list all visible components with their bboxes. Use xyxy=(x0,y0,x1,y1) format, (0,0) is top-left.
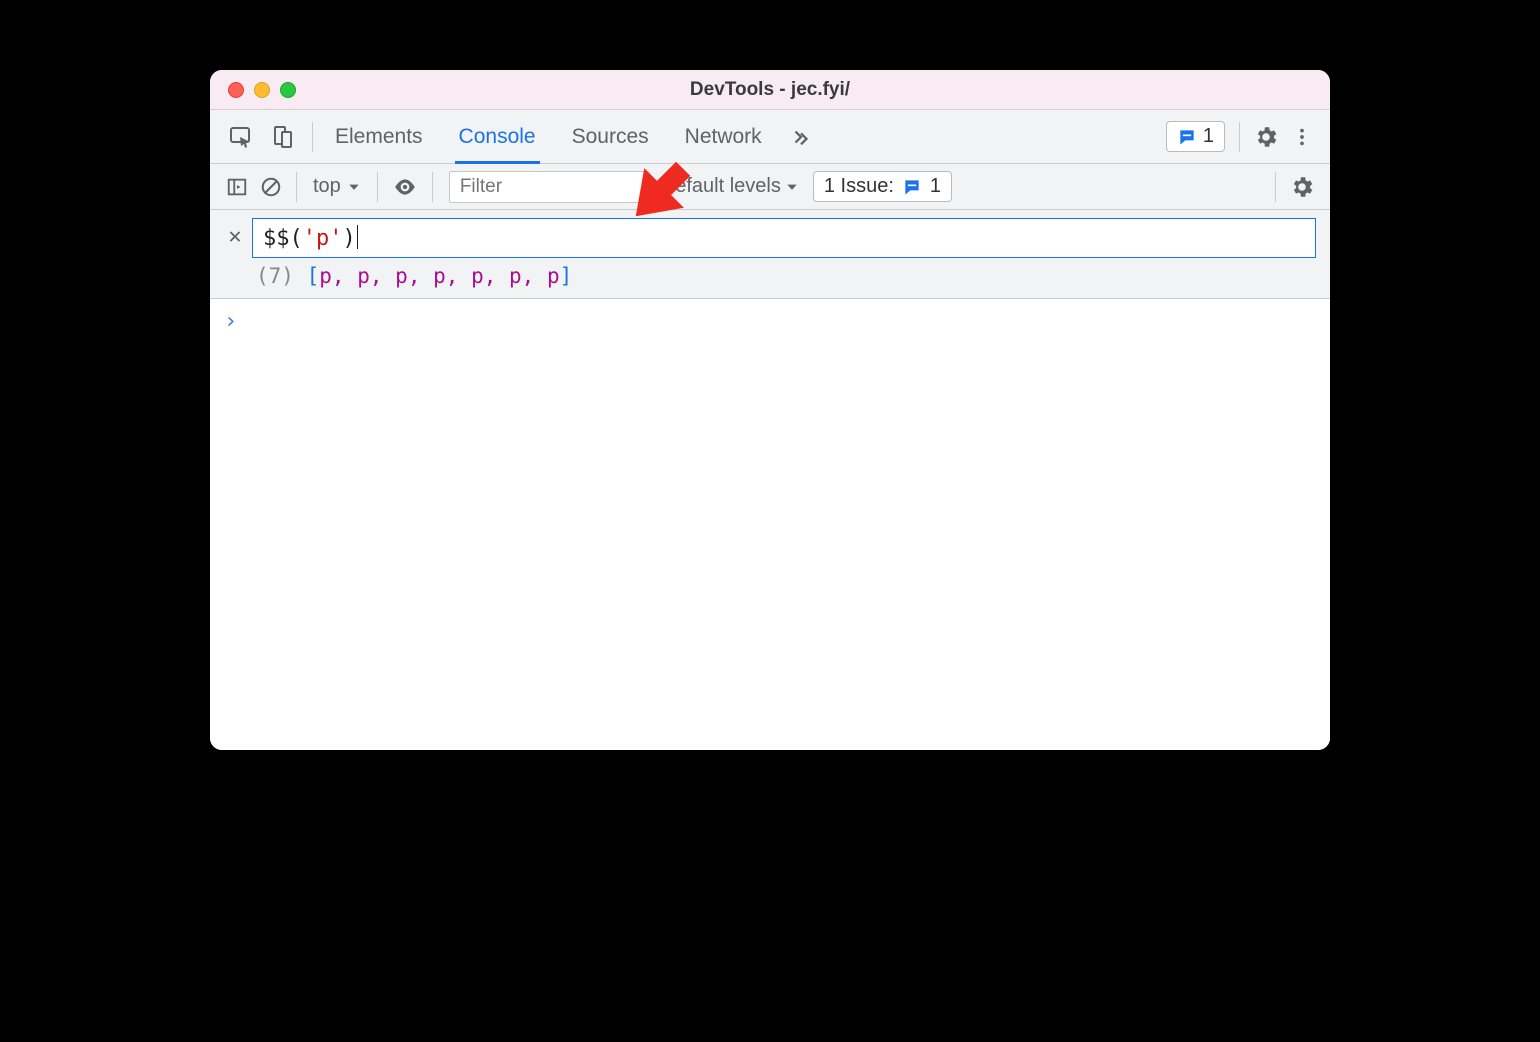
feedback-count: 1 xyxy=(1203,125,1214,148)
text-cursor xyxy=(357,225,358,249)
minimize-window-button[interactable] xyxy=(254,82,270,98)
code-token: $$ xyxy=(263,226,290,251)
array-items: p, p, p, p, p, p, p xyxy=(319,264,559,288)
log-levels-select[interactable]: Default levels xyxy=(661,175,799,198)
panel-tabs: Elements Console Sources Network xyxy=(331,110,766,164)
filter-input[interactable] xyxy=(449,171,649,203)
titlebar: DevTools - jec.fyi/ xyxy=(210,70,1330,110)
tab-label: Network xyxy=(685,125,762,149)
divider xyxy=(1239,122,1240,152)
zoom-window-button[interactable] xyxy=(280,82,296,98)
execution-context-select[interactable]: top xyxy=(305,173,369,200)
window-title: DevTools - jec.fyi/ xyxy=(210,79,1330,101)
live-expression-input[interactable]: $$('p') xyxy=(252,218,1316,258)
chat-icon xyxy=(1177,127,1197,147)
feedback-badge[interactable]: 1 xyxy=(1166,121,1225,152)
tab-label: Console xyxy=(459,125,536,149)
chevron-down-icon xyxy=(785,180,799,194)
clear-console-icon[interactable] xyxy=(254,176,288,198)
traffic-lights xyxy=(210,82,296,98)
divider xyxy=(432,172,433,202)
tab-sources[interactable]: Sources xyxy=(568,110,653,164)
tab-network[interactable]: Network xyxy=(681,110,766,164)
more-tabs-icon[interactable] xyxy=(784,120,818,154)
console-settings-icon[interactable] xyxy=(1284,174,1320,200)
divider xyxy=(296,172,297,202)
divider xyxy=(312,122,313,152)
close-icon[interactable]: ✕ xyxy=(224,224,246,249)
live-expression-icon[interactable] xyxy=(386,174,424,200)
array-length: (7) xyxy=(256,264,294,288)
tab-label: Elements xyxy=(335,125,423,149)
chat-icon xyxy=(902,177,922,197)
inspect-element-icon[interactable] xyxy=(224,120,258,154)
code-token: ) xyxy=(343,226,356,251)
issues-badge[interactable]: 1 Issue: 1 xyxy=(813,171,952,202)
code-token: 'p' xyxy=(303,226,343,251)
console-output[interactable]: › xyxy=(210,299,1330,750)
tab-console[interactable]: Console xyxy=(455,110,540,164)
issues-label: 1 Issue: xyxy=(824,175,894,198)
console-prompt-chevron-icon: › xyxy=(224,309,1316,334)
levels-label: Default levels xyxy=(661,175,781,198)
show-console-sidebar-icon[interactable] xyxy=(220,176,254,198)
tab-elements[interactable]: Elements xyxy=(331,110,427,164)
bracket: ] xyxy=(560,264,573,288)
context-label: top xyxy=(313,175,341,198)
divider xyxy=(377,172,378,202)
main-tabbar: Elements Console Sources Network 1 xyxy=(210,110,1330,164)
console-toolbar: top Default levels 1 Issue: 1 xyxy=(210,164,1330,210)
bracket: [ xyxy=(307,264,320,288)
issues-count: 1 xyxy=(930,175,941,198)
close-window-button[interactable] xyxy=(228,82,244,98)
chevron-down-icon xyxy=(347,180,361,194)
settings-icon[interactable] xyxy=(1248,124,1284,150)
tab-label: Sources xyxy=(572,125,649,149)
code-token: ( xyxy=(290,226,303,251)
divider xyxy=(1275,172,1276,202)
devtools-window: DevTools - jec.fyi/ Elements Console Sou… xyxy=(210,70,1330,750)
live-expression-row: ✕ $$('p') (7) [p, p, p, p, p, p, p] xyxy=(210,210,1330,299)
kebab-menu-icon[interactable] xyxy=(1284,126,1320,148)
eager-eval-preview[interactable]: (7) [p, p, p, p, p, p, p] xyxy=(252,258,1316,288)
device-toggle-icon[interactable] xyxy=(266,120,300,154)
